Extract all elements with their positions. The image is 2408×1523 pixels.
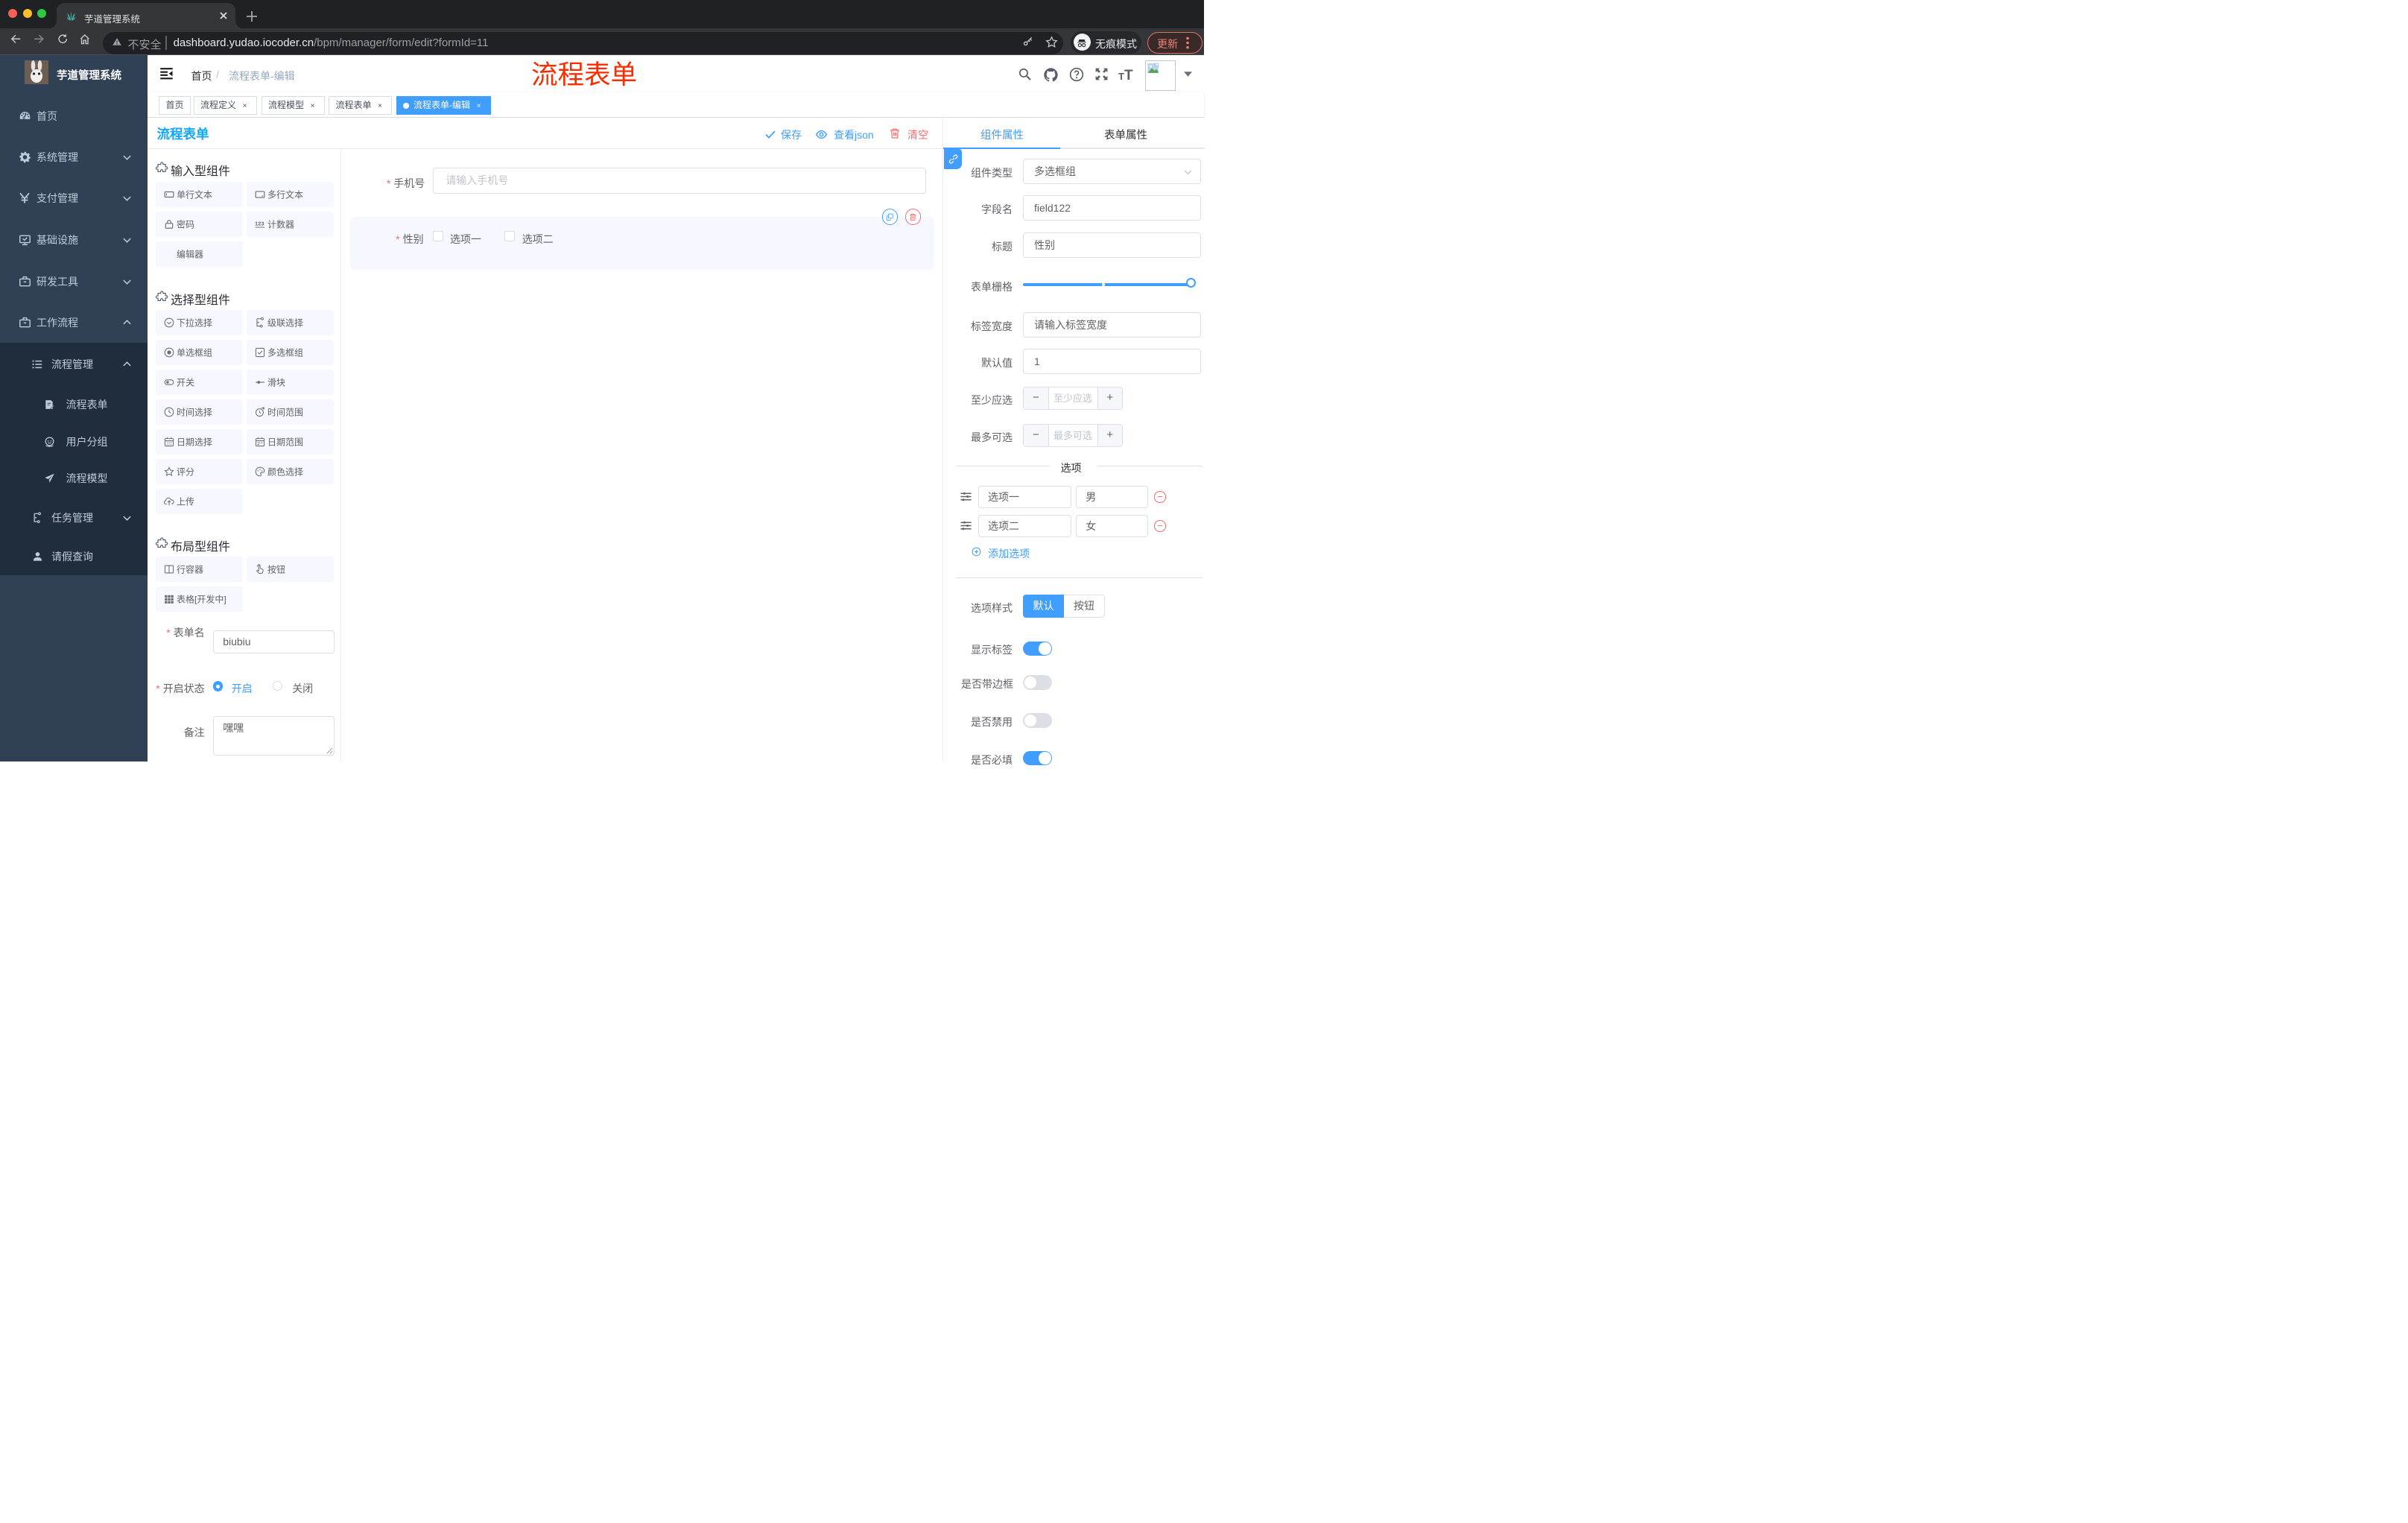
svg-text:123: 123: [255, 221, 264, 227]
